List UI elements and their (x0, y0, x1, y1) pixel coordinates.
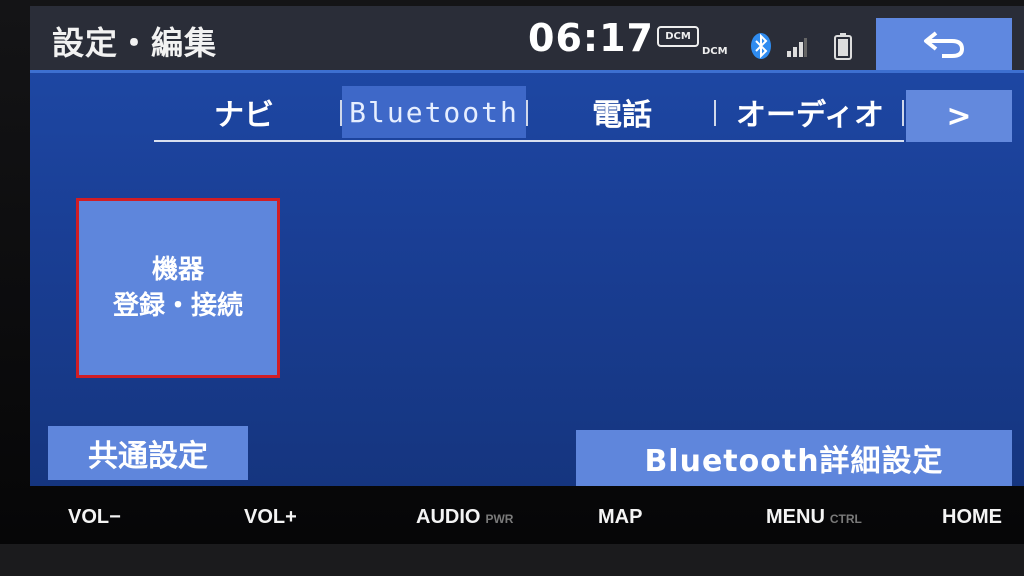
dcm-label: DCM (702, 46, 728, 57)
back-arrow-icon (924, 31, 965, 58)
tab-bar: ナビ Bluetooth 電話 オーディオ > (154, 86, 1024, 142)
tab-navi[interactable]: ナビ (184, 86, 304, 138)
status-bar: 設定・編集 06:17 DCM DCM (30, 6, 1024, 73)
page-title: 設定・編集 (52, 24, 218, 62)
device-registration-button[interactable]: 機器 登録・接続 (76, 198, 280, 378)
tab-audio[interactable]: オーディオ (730, 86, 890, 138)
next-tab-button[interactable]: > (906, 90, 1012, 142)
menu-label: MENU (766, 506, 825, 528)
touchscreen: 設定・編集 06:17 DCM DCM ナビ Bluetooth 電話 オーディ… (30, 6, 1024, 486)
audio-sub-label: PWR (485, 512, 514, 526)
tab-separator (526, 100, 528, 126)
audio-label: AUDIO (416, 506, 481, 528)
tab-bluetooth[interactable]: Bluetooth (342, 86, 526, 138)
battery-icon (834, 33, 852, 60)
back-button[interactable] (876, 18, 1012, 70)
vol-up-button[interactable]: VOL+ (244, 506, 297, 529)
hardware-button-row: VOL− VOL+ AUDIO PWR MAP MENU CTRL HOME (0, 500, 1024, 540)
menu-button[interactable]: MENU CTRL (766, 506, 862, 529)
tab-separator (714, 100, 716, 126)
device-tile-label-line1: 機器 (151, 255, 204, 285)
bluetooth-icon (751, 33, 771, 59)
menu-sub-label: CTRL (829, 512, 862, 526)
tab-underline (154, 140, 904, 142)
vol-down-button[interactable]: VOL− (68, 506, 121, 529)
bezel-bottom (0, 544, 1024, 576)
tab-separator (902, 100, 904, 126)
dcm-badge: DCM (657, 26, 699, 47)
home-button[interactable]: HOME (942, 506, 1002, 529)
device-tile-label-line2: 登録・接続 (112, 291, 243, 321)
map-button[interactable]: MAP (598, 506, 642, 529)
audio-button[interactable]: AUDIO PWR (416, 506, 513, 529)
clock: 06:17 (528, 16, 654, 60)
signal-icon (787, 38, 807, 57)
bluetooth-detail-settings-button[interactable]: Bluetooth詳細設定 (576, 430, 1012, 486)
tab-phone[interactable]: 電話 (552, 86, 692, 138)
common-settings-button[interactable]: 共通設定 (48, 426, 248, 480)
